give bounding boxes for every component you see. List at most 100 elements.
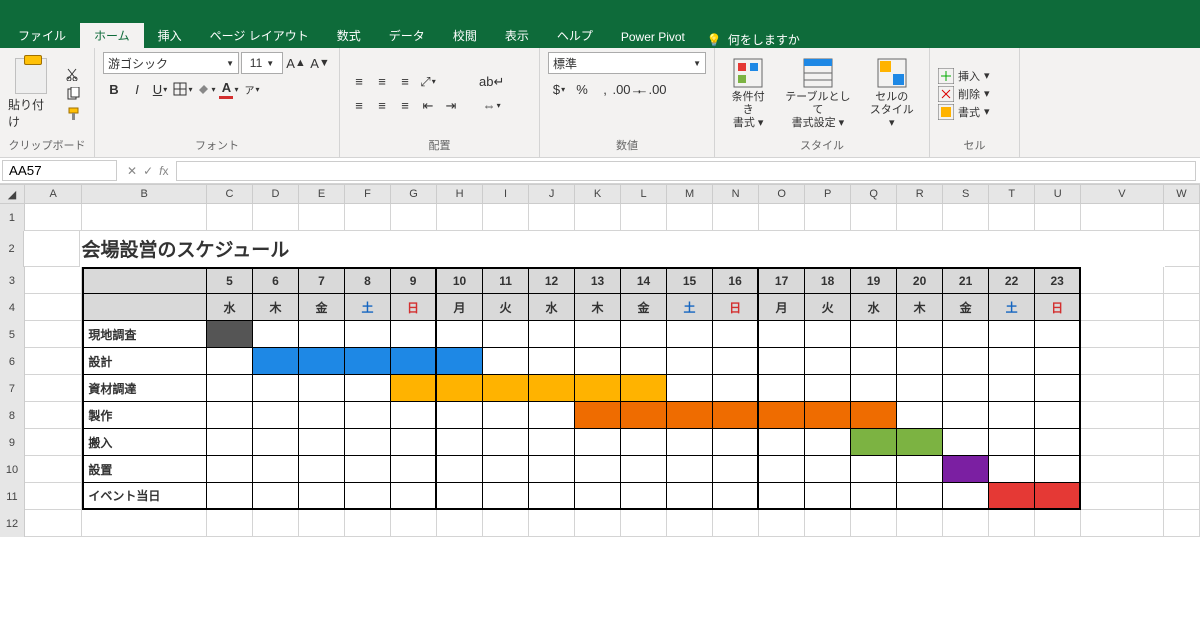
cell[interactable] — [1081, 348, 1163, 375]
cell[interactable] — [437, 204, 483, 231]
gantt-cell[interactable] — [345, 375, 391, 402]
cell[interactable] — [1164, 321, 1200, 348]
row-header-8[interactable]: 8 — [0, 402, 25, 429]
dates-header[interactable]: 6 — [253, 267, 299, 294]
gantt-cell[interactable] — [851, 321, 897, 348]
cell[interactable] — [207, 510, 253, 537]
gantt-cell[interactable] — [483, 348, 529, 375]
dates-header[interactable]: 12 — [529, 267, 575, 294]
fill-color-button[interactable]: ▾ — [195, 78, 217, 100]
gantt-cell[interactable] — [759, 429, 805, 456]
merge-button[interactable]: ⇔▾ — [474, 95, 509, 117]
cell[interactable] — [1164, 510, 1200, 537]
gantt-cell[interactable] — [253, 348, 299, 375]
dates-header[interactable]: 7 — [299, 267, 345, 294]
number-format-select[interactable]: 標準▼ — [548, 52, 706, 74]
task-name-cell[interactable]: イベント当日 — [82, 483, 207, 510]
gantt-cell[interactable] — [667, 321, 713, 348]
cell[interactable] — [1081, 321, 1163, 348]
gantt-cell[interactable] — [621, 429, 667, 456]
cell[interactable] — [25, 375, 82, 402]
cell[interactable] — [713, 510, 759, 537]
weekdays-header[interactable]: 土 — [667, 294, 713, 321]
fx-button[interactable]: fx — [159, 164, 168, 178]
gantt-cell[interactable] — [391, 429, 437, 456]
dec-decimal-button[interactable]: ←.00 — [640, 78, 662, 100]
row-header-6[interactable]: 6 — [0, 348, 25, 375]
col-header-V[interactable]: V — [1081, 185, 1163, 203]
dates-header[interactable]: 14 — [621, 267, 667, 294]
gantt-cell[interactable] — [299, 456, 345, 483]
col-header-F[interactable]: F — [345, 185, 391, 203]
gantt-cell[interactable] — [897, 402, 943, 429]
col-header-B[interactable]: B — [82, 185, 207, 203]
cell[interactable] — [483, 204, 529, 231]
tab-校閲[interactable]: 校閲 — [439, 23, 491, 48]
gantt-cell[interactable] — [851, 375, 897, 402]
gantt-cell[interactable] — [897, 429, 943, 456]
col-header-S[interactable]: S — [943, 185, 989, 203]
col-header-Q[interactable]: Q — [851, 185, 897, 203]
cell[interactable] — [253, 510, 299, 537]
cut-button[interactable] — [62, 65, 86, 83]
gantt-cell[interactable] — [667, 348, 713, 375]
col-header-N[interactable]: N — [713, 185, 759, 203]
cell[interactable] — [667, 510, 713, 537]
weekdays-header[interactable]: 火 — [483, 294, 529, 321]
dates-header[interactable]: 10 — [437, 267, 483, 294]
gantt-cell[interactable] — [621, 402, 667, 429]
row-header-9[interactable]: 9 — [0, 429, 25, 456]
cell[interactable] — [1164, 456, 1200, 483]
gantt-cell[interactable] — [851, 483, 897, 510]
gantt-cell[interactable] — [437, 321, 483, 348]
title-cell[interactable]: 会場設営のスケジュール — [80, 231, 1165, 267]
gantt-cell[interactable] — [345, 348, 391, 375]
cell[interactable] — [621, 204, 667, 231]
cell[interactable] — [25, 294, 82, 321]
row-header-7[interactable]: 7 — [0, 375, 25, 402]
cell[interactable] — [943, 510, 989, 537]
task-name-cell[interactable]: 設計 — [82, 348, 207, 375]
task-name-cell[interactable]: 現地調査 — [82, 321, 207, 348]
cell[interactable] — [621, 510, 667, 537]
gantt-cell[interactable] — [1035, 429, 1081, 456]
cell[interactable] — [1164, 429, 1200, 456]
gantt-cell[interactable] — [437, 456, 483, 483]
gantt-cell[interactable] — [943, 348, 989, 375]
dates-header[interactable]: 17 — [759, 267, 805, 294]
gantt-cell[interactable] — [345, 321, 391, 348]
task-name-cell[interactable]: 製作 — [82, 402, 207, 429]
cell[interactable] — [25, 402, 82, 429]
col-header-T[interactable]: T — [989, 185, 1035, 203]
gantt-cell[interactable] — [345, 402, 391, 429]
gantt-cell[interactable] — [851, 456, 897, 483]
cell[interactable] — [1164, 348, 1200, 375]
weekdays-header[interactable]: 日 — [713, 294, 759, 321]
cell[interactable] — [25, 456, 82, 483]
accounting-button[interactable]: $▾ — [548, 78, 570, 100]
col-header-H[interactable]: H — [437, 185, 483, 203]
cell[interactable] — [1081, 267, 1163, 294]
gantt-cell[interactable] — [483, 321, 529, 348]
gantt-cell[interactable] — [575, 483, 621, 510]
cell[interactable] — [1081, 402, 1163, 429]
cell[interactable] — [1081, 375, 1163, 402]
gantt-cell[interactable] — [207, 483, 253, 510]
copy-button[interactable] — [62, 85, 86, 103]
gantt-cell[interactable] — [253, 483, 299, 510]
format-as-table-button[interactable]: テーブルとして 書式設定 ▾ — [777, 57, 858, 131]
gantt-cell[interactable] — [529, 456, 575, 483]
col-header-J[interactable]: J — [529, 185, 575, 203]
border-button[interactable]: ▾ — [172, 78, 194, 100]
gantt-cell[interactable] — [897, 348, 943, 375]
row-header-12[interactable]: 12 — [0, 510, 25, 537]
gantt-cell[interactable] — [1035, 321, 1081, 348]
gantt-cell[interactable] — [805, 483, 851, 510]
tab-ヘルプ[interactable]: ヘルプ — [543, 23, 607, 48]
cell[interactable] — [529, 204, 575, 231]
task-header-blank[interactable] — [82, 267, 207, 294]
paste-button[interactable]: 貼り付け — [8, 58, 54, 130]
gantt-cell[interactable] — [391, 348, 437, 375]
gantt-cell[interactable] — [621, 483, 667, 510]
worksheet-grid[interactable]: ◢ ABCDEFGHIJKLMNOPQRSTUVW 12会場設営のスケジュール3… — [0, 184, 1200, 537]
